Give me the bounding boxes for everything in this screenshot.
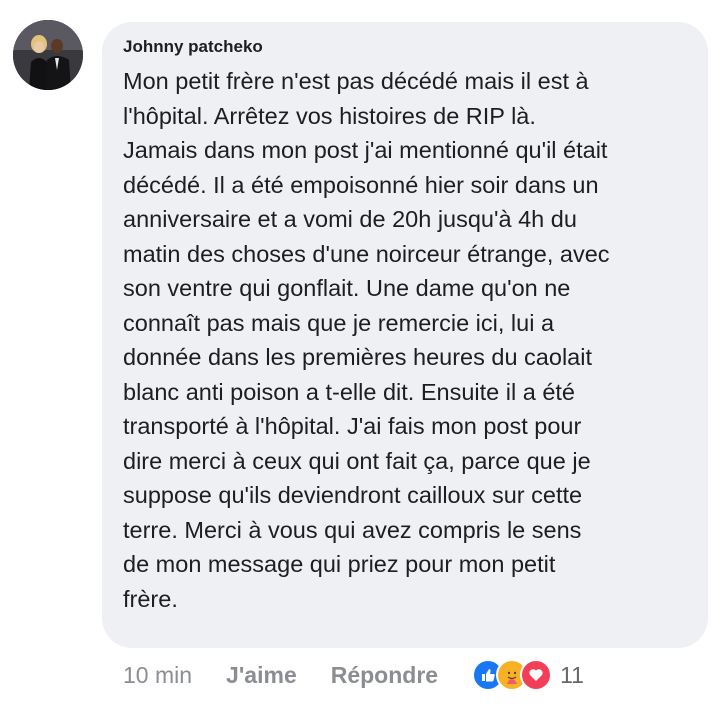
comment-actions: 10 min J'aime Répondre 11 bbox=[123, 658, 584, 692]
comment-line: donnée dans les premières heures du caol… bbox=[123, 344, 592, 370]
comment-line: de mon message qui priez pour mon petit bbox=[123, 551, 556, 577]
comment-line: matin des choses d'une noirceur étrange,… bbox=[123, 240, 610, 267]
comment-line: décédé. Il a été empoisonné hier soir da… bbox=[123, 171, 599, 198]
comment-line: blanc anti poison a t-elle dit. Ensuite … bbox=[123, 378, 575, 405]
comment-line: son ventre qui gonflait. Une dame qu'on … bbox=[123, 275, 571, 301]
avatar[interactable] bbox=[13, 20, 83, 90]
comment-timestamp[interactable]: 10 min bbox=[123, 662, 192, 689]
reaction-count: 11 bbox=[560, 661, 584, 688]
comment-line: Jamais dans mon post j'ai mentionné qu'i… bbox=[123, 137, 608, 163]
comment-line: transporté à l'hôpital. J'ai fais mon po… bbox=[123, 413, 582, 439]
comment-line: dire merci à ceux qui ont fait ça, parce… bbox=[123, 447, 591, 474]
comment-line: Mon petit frère n'est pas décédé mais il… bbox=[123, 68, 589, 94]
reply-button[interactable]: Répondre bbox=[331, 662, 438, 689]
comment-line: l'hôpital. Arrêtez vos histoires de RIP … bbox=[123, 102, 536, 129]
comment-line: terre. Merci à vous qui avez compris le … bbox=[123, 516, 582, 543]
reaction-summary[interactable] bbox=[472, 659, 553, 691]
comment-line: frère. bbox=[123, 585, 178, 612]
comment-line: connaît pas mais que je remercie ici, lu… bbox=[123, 309, 555, 336]
comment-author[interactable]: Johnny patcheko bbox=[123, 37, 263, 57]
comment-line: suppose qu'ils deviendront cailloux sur … bbox=[123, 482, 583, 508]
comment-line: anniversaire et a vomi de 20h jusqu'à 4h… bbox=[123, 206, 577, 232]
love-icon bbox=[520, 659, 553, 691]
comment-text: Mon petit frère n'est pas décédé mais il… bbox=[123, 64, 693, 616]
like-button[interactable]: J'aime bbox=[226, 662, 297, 689]
